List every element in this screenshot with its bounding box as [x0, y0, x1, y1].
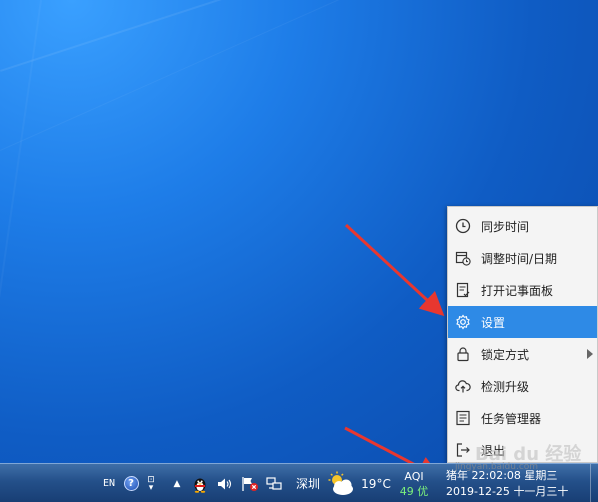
help-icon[interactable]: ?: [122, 464, 140, 502]
menu-item-label: 调整时间/日期: [481, 251, 558, 266]
menu-item-open-notepad[interactable]: 打开记事面板: [448, 274, 597, 306]
menu-item-label: 锁定方式: [481, 347, 530, 362]
help-glyph: ?: [123, 476, 139, 491]
clock-date: 2019-12-25: [446, 484, 510, 498]
clock-icon: [454, 217, 472, 235]
clock-row-date: 2019-12-25 十一月三十: [446, 484, 568, 500]
calendar-clock-icon: [454, 249, 472, 267]
action-center-flag-icon[interactable]: [240, 464, 260, 502]
partly-cloudy-icon[interactable]: [326, 464, 356, 502]
menu-item-exit[interactable]: 退出: [448, 434, 597, 466]
qq-penguin-icon[interactable]: [190, 464, 210, 502]
submenu-arrow-icon: [587, 349, 593, 359]
input-language-indicator[interactable]: EN: [100, 464, 118, 502]
menu-item-adjust-datetime[interactable]: 调整时间/日期: [448, 242, 597, 274]
wallpaper-light-streak: [0, 0, 42, 298]
clock-row-time: 猪年 22:02:08 星期三: [446, 468, 557, 484]
lock-icon: [454, 345, 472, 363]
menu-item-task-manager[interactable]: 任务管理器: [448, 402, 597, 434]
menu-item-label: 检测升级: [481, 379, 530, 394]
wallpaper-light-streak: [0, 0, 343, 72]
volume-icon[interactable]: [216, 464, 234, 502]
taskbar: EN ? ⊡ ▾ ▲ 深圳 19°C AQI 49 优 猪年 22:02:08 …: [0, 463, 598, 502]
menu-item-check-update[interactable]: 检测升级: [448, 370, 597, 402]
clock-weekday: 星期三: [524, 468, 558, 482]
menu-item-label: 打开记事面板: [481, 283, 554, 298]
taskbar-clock[interactable]: 猪年 22:02:08 星期三 2019-12-25 十一月三十: [438, 464, 590, 502]
menu-item-label: 同步时间: [481, 219, 530, 234]
ime-options-icon[interactable]: ⊡ ▾: [144, 464, 158, 502]
weather-city[interactable]: 深圳: [293, 464, 323, 502]
aqi-value: 49 优: [399, 484, 429, 498]
menu-item-label: 退出: [481, 443, 506, 458]
menu-item-label: 设置: [481, 315, 506, 330]
network-icon[interactable]: [264, 464, 284, 502]
menu-item-label: 任务管理器: [481, 411, 542, 426]
notepad-icon: [454, 281, 472, 299]
exit-icon: [454, 441, 472, 459]
menu-item-settings[interactable]: 设置: [448, 306, 597, 338]
menu-item-lock-mode[interactable]: 锁定方式: [448, 338, 597, 370]
clock-context-menu: 同步时间 调整时间/日期 打开记事面板 设置 锁定方式 检测升级 任务管理器 退…: [447, 206, 598, 463]
gear-icon: [454, 313, 472, 331]
task-manager-icon: [454, 409, 472, 427]
aqi-label: AQI: [404, 469, 424, 483]
wallpaper-light-streak: [0, 0, 385, 151]
clock-lunar-date: 十一月三十: [513, 484, 569, 498]
temperature[interactable]: 19°C: [360, 464, 392, 502]
air-quality[interactable]: AQI 49 优: [396, 464, 432, 502]
cloud-upload-icon: [454, 377, 472, 395]
ime-options-caret: ▾: [148, 482, 154, 493]
clock-zodiac-year: 猪年: [446, 468, 468, 482]
menu-item-sync-time[interactable]: 同步时间: [448, 210, 597, 242]
show-desktop-button[interactable]: [590, 464, 598, 502]
show-hidden-icons-chevron-icon[interactable]: ▲: [170, 464, 184, 502]
clock-time: 22:02:08: [471, 468, 521, 482]
